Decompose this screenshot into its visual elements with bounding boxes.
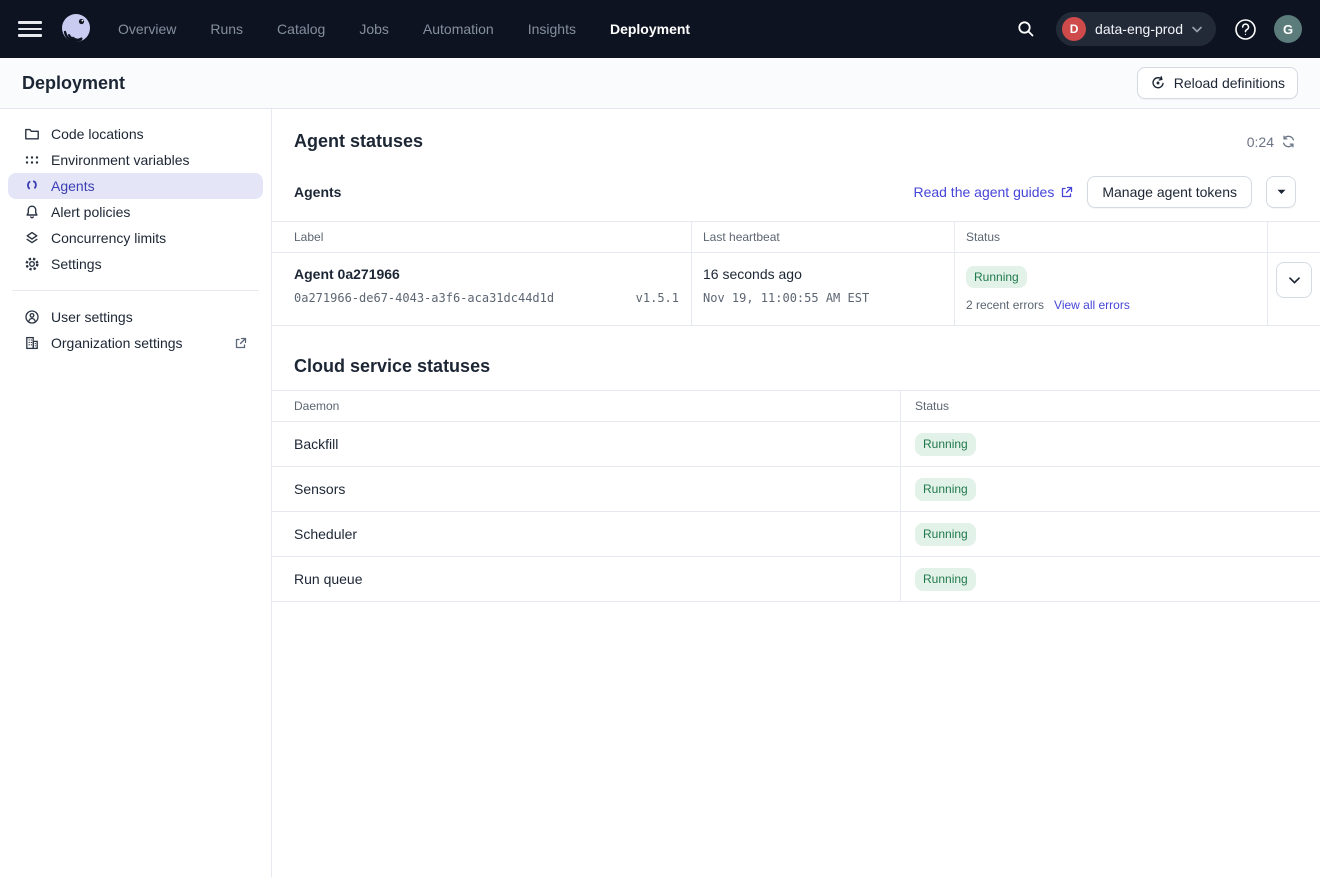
agent-icon	[24, 178, 40, 194]
nav-insights[interactable]: Insights	[528, 21, 576, 37]
building-icon	[24, 335, 40, 351]
refresh-icon[interactable]	[1281, 134, 1296, 149]
status-badge: Running	[915, 523, 976, 545]
agent-label-cell: Agent 0a271966 0a271966-de67-4043-a3f6-a…	[272, 253, 692, 326]
sidebar-item-code-locations[interactable]: Code locations	[8, 121, 263, 147]
sidebar-item-alert-policies[interactable]: Alert policies	[8, 199, 263, 225]
gear-icon	[24, 256, 40, 272]
agents-table: Label Last heartbeat Status Agent 0a2719…	[272, 221, 1320, 326]
sidebar-item-settings[interactable]: Settings	[8, 251, 263, 277]
daemon-name: Sensors	[272, 467, 901, 512]
column-header-status: Status	[955, 222, 1268, 253]
daemon-status-cell: Running	[901, 512, 1320, 557]
sidebar-item-label: Settings	[51, 256, 102, 272]
status-badge: Running	[915, 433, 976, 455]
user-avatar[interactable]: G	[1274, 15, 1302, 43]
sidebar-item-organization-settings[interactable]: Organization settings	[8, 330, 263, 356]
agent-status-cell: Running 2 recent errors View all errors	[955, 253, 1268, 326]
sidebar-item-concurrency-limits[interactable]: Concurrency limits	[8, 225, 263, 251]
sidebar-item-user-settings[interactable]: User settings	[8, 304, 263, 330]
user-icon	[24, 309, 40, 325]
nav-deployment[interactable]: Deployment	[610, 21, 690, 37]
column-header-status: Status	[901, 391, 1320, 422]
page-header: Deployment Reload definitions	[0, 58, 1320, 109]
column-header-label: Label	[272, 222, 692, 253]
sidebar-item-agents[interactable]: Agents	[8, 173, 263, 199]
column-header-last-heartbeat: Last heartbeat	[692, 222, 955, 253]
daemon-name: Backfill	[272, 422, 901, 467]
agents-section-label: Agents	[294, 184, 341, 200]
agent-expand-button[interactable]	[1276, 262, 1312, 298]
countdown-value: 0:24	[1247, 134, 1274, 150]
refresh-countdown: 0:24	[1247, 134, 1296, 150]
agent-actions-dropdown-button[interactable]	[1266, 176, 1296, 208]
layers-icon	[24, 230, 40, 246]
agent-version: v1.5.1	[636, 291, 679, 305]
column-header-daemon: Daemon	[272, 391, 901, 422]
sidebar-item-label: User settings	[51, 309, 133, 325]
status-badge: Running	[966, 266, 1027, 288]
page-title: Deployment	[22, 73, 125, 94]
nav-automation[interactable]: Automation	[423, 21, 494, 37]
search-icon[interactable]	[1010, 13, 1042, 45]
external-link-icon	[234, 337, 247, 350]
agent-statuses-title: Agent statuses	[294, 131, 423, 152]
help-icon[interactable]	[1230, 14, 1260, 44]
chevron-down-icon	[1192, 26, 1202, 33]
deployment-initial-badge: D	[1062, 17, 1086, 41]
agent-guides-link[interactable]: Read the agent guides	[913, 184, 1073, 200]
reload-definitions-icon	[1150, 75, 1166, 91]
manage-agent-tokens-button[interactable]: Manage agent tokens	[1087, 176, 1252, 208]
column-header-actions	[1268, 222, 1320, 253]
chevron-down-icon	[1289, 277, 1300, 284]
sidebar-item-label: Concurrency limits	[51, 230, 166, 246]
sidebar-item-label: Alert policies	[51, 204, 130, 220]
agent-heartbeat-cell: 16 seconds ago Nov 19, 11:00:55 AM EST	[692, 253, 955, 326]
sidebar-divider	[12, 290, 259, 291]
status-badge: Running	[915, 478, 976, 500]
status-badge: Running	[915, 568, 976, 590]
sidebar-item-label: Environment variables	[51, 152, 190, 168]
reload-definitions-button[interactable]: Reload definitions	[1137, 67, 1298, 99]
heartbeat-timestamp: Nov 19, 11:00:55 AM EST	[703, 291, 942, 305]
nav-overview[interactable]: Overview	[118, 21, 176, 37]
sidebar-item-environment-variables[interactable]: Environment variables	[8, 147, 263, 173]
sidebar-item-label: Code locations	[51, 126, 144, 142]
cloud-services-table: Daemon Status Backfill Running Sensors R…	[272, 390, 1320, 602]
daemon-name: Scheduler	[272, 512, 901, 557]
view-all-errors-link[interactable]: View all errors	[1054, 298, 1130, 312]
main-nav: Overview Runs Catalog Jobs Automation In…	[118, 21, 690, 37]
env-vars-icon	[24, 152, 40, 168]
dagster-logo-icon[interactable]	[56, 9, 96, 49]
recent-errors-text: 2 recent errors	[966, 298, 1044, 312]
daemon-status-cell: Running	[901, 422, 1320, 467]
hamburger-menu-icon[interactable]	[18, 17, 42, 41]
main-content: Agent statuses 0:24 Agents Read the agen…	[272, 109, 1320, 877]
agent-name: Agent 0a271966	[294, 266, 679, 282]
heartbeat-relative: 16 seconds ago	[703, 266, 942, 282]
sidebar-item-label: Agents	[51, 178, 95, 194]
external-link-icon	[1060, 186, 1073, 199]
deployment-switcher[interactable]: D data-eng-prod	[1056, 12, 1216, 46]
bell-icon	[24, 204, 40, 220]
daemon-status-cell: Running	[901, 557, 1320, 602]
agent-guides-link-label: Read the agent guides	[913, 184, 1054, 200]
top-nav: Overview Runs Catalog Jobs Automation In…	[0, 0, 1320, 58]
cloud-service-statuses-title: Cloud service statuses	[294, 356, 490, 376]
daemon-name: Run queue	[272, 557, 901, 602]
agent-id: 0a271966-de67-4043-a3f6-aca31dc44d1d	[294, 291, 554, 305]
sidebar-item-label: Organization settings	[51, 335, 183, 351]
daemon-status-cell: Running	[901, 467, 1320, 512]
caret-down-icon	[1277, 189, 1286, 195]
folder-icon	[24, 126, 40, 142]
nav-jobs[interactable]: Jobs	[359, 21, 389, 37]
topnav-right: D data-eng-prod G	[1010, 12, 1302, 46]
manage-agent-tokens-label: Manage agent tokens	[1102, 184, 1237, 200]
reload-definitions-label: Reload definitions	[1174, 75, 1285, 91]
nav-runs[interactable]: Runs	[210, 21, 243, 37]
nav-catalog[interactable]: Catalog	[277, 21, 325, 37]
deployment-sidebar: Code locations Environment variables Age…	[0, 109, 272, 877]
agent-row-actions-cell	[1268, 253, 1320, 326]
deployment-switcher-label: data-eng-prod	[1095, 21, 1183, 37]
